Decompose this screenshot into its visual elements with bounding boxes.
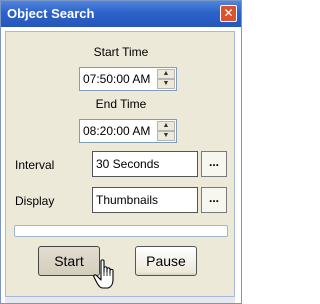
close-icon: ✕ — [223, 6, 234, 20]
object-search-window: Object Search ✕ Start Time 07:50:00 AM ▲… — [0, 0, 242, 304]
start-button[interactable]: Start — [38, 246, 100, 276]
start-time-spinner[interactable]: 07:50:00 AM ▲ ▼ — [79, 67, 177, 91]
chevron-up-icon[interactable]: ▲ — [157, 121, 175, 131]
display-value[interactable]: Thumbnails — [96, 193, 158, 207]
bottom-strip — [5, 297, 235, 303]
display-browse-button[interactable]: ... — [201, 187, 227, 213]
end-time-label: End Time — [95, 97, 147, 111]
end-time-value[interactable]: 08:20:00 AM — [83, 124, 150, 138]
display-field[interactable]: Thumbnails — [92, 187, 198, 213]
interval-field[interactable]: 30 Seconds — [92, 151, 198, 177]
search-progress-bar — [14, 225, 228, 237]
start-time-spin-buttons: ▲ ▼ — [157, 69, 175, 89]
start-time-value[interactable]: 07:50:00 AM — [83, 72, 150, 86]
end-time-spin-buttons: ▲ ▼ — [157, 121, 175, 141]
title-bar[interactable]: Object Search ✕ — [1, 1, 241, 27]
interval-value[interactable]: 30 Seconds — [96, 157, 159, 171]
window-title: Object Search — [7, 6, 95, 21]
chevron-up-icon[interactable]: ▲ — [157, 69, 175, 79]
close-button[interactable]: ✕ — [220, 5, 237, 22]
interval-label: Interval — [15, 158, 55, 172]
interval-browse-button[interactable]: ... — [201, 151, 227, 177]
hand-pointer-icon — [93, 259, 114, 289]
chevron-down-icon[interactable]: ▼ — [157, 131, 175, 141]
chevron-down-icon[interactable]: ▼ — [157, 79, 175, 89]
pause-button[interactable]: Pause — [135, 246, 197, 276]
end-time-spinner[interactable]: 08:20:00 AM ▲ ▼ — [79, 119, 177, 143]
search-panel: Start Time 07:50:00 AM ▲ ▼ End Time 08:2… — [5, 31, 235, 297]
display-label: Display — [15, 194, 55, 208]
start-time-label: Start Time — [93, 45, 149, 59]
